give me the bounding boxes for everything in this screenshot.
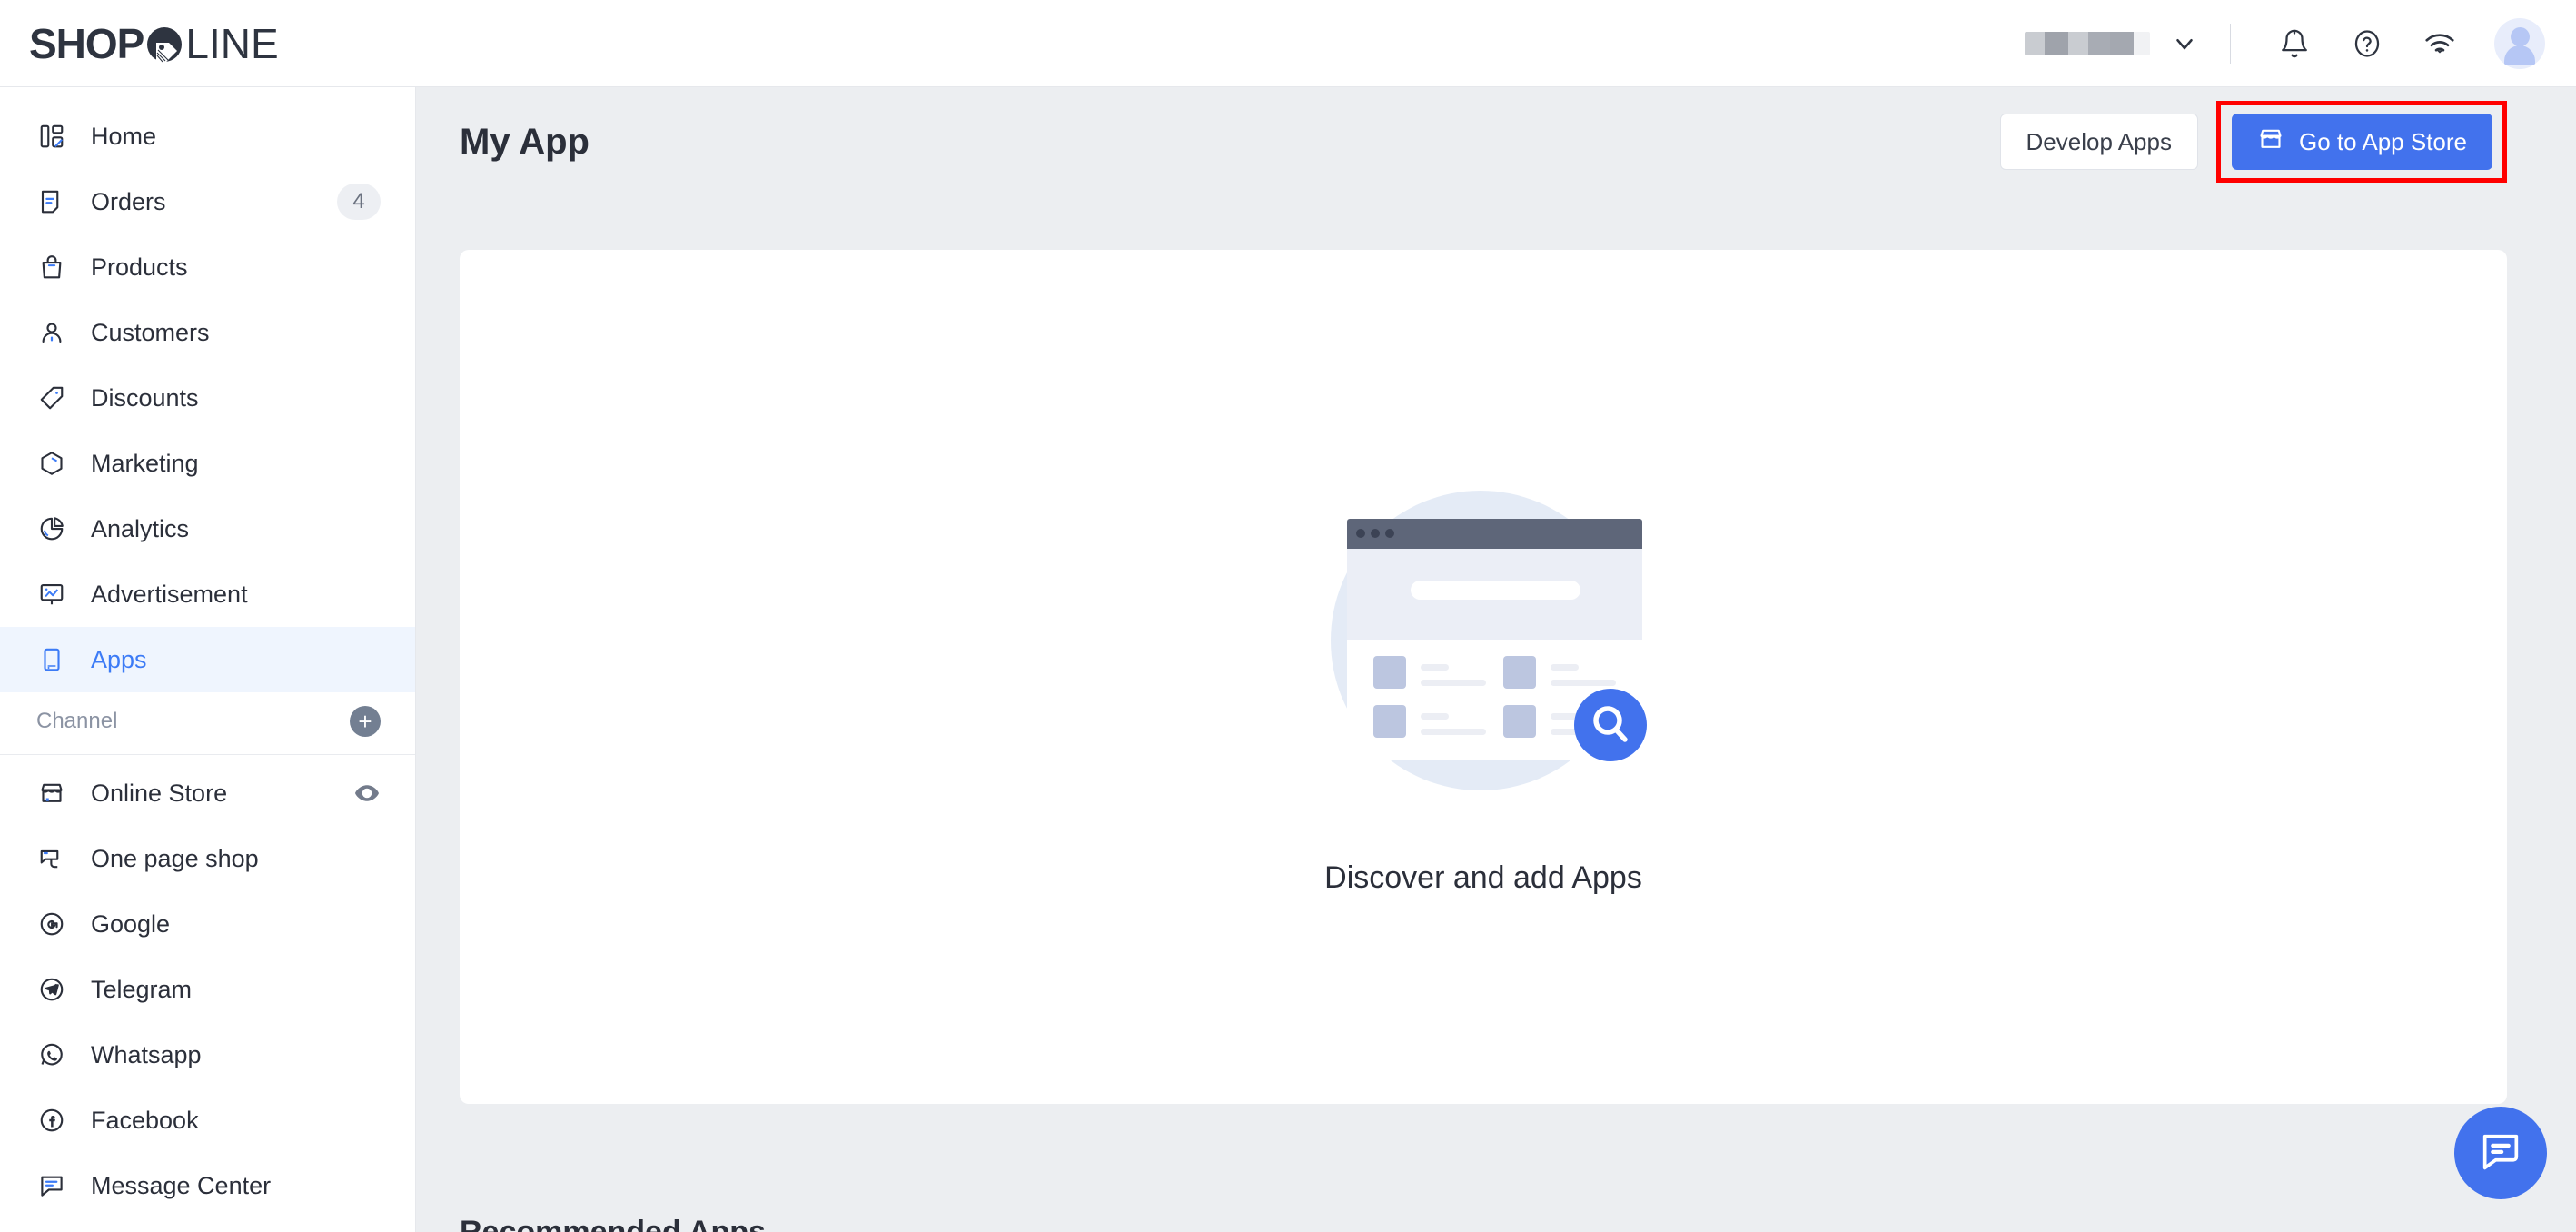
ad-board-icon xyxy=(36,579,67,610)
channel-section-label: Channel xyxy=(36,709,118,733)
sidebar-item-discounts[interactable]: Discounts xyxy=(0,365,415,431)
shopline-logo[interactable]: SHOP LINE xyxy=(29,23,279,65)
sidebar-item-telegram[interactable]: Telegram xyxy=(0,957,415,1022)
mobile-app-icon xyxy=(36,644,67,675)
sidebar-item-label: Online Store xyxy=(91,779,228,807)
eye-icon[interactable] xyxy=(353,780,381,807)
main-content: My App Develop Apps Go to App Store Disc… xyxy=(416,87,2576,1232)
chat-bubble-icon xyxy=(2477,1128,2524,1179)
sidebar-item-label: Apps xyxy=(91,645,147,673)
facebook-icon xyxy=(36,1105,67,1136)
annotation-highlight-box: Go to App Store xyxy=(2215,101,2507,183)
sidebar-item-whatsapp[interactable]: Whatsapp xyxy=(0,1022,415,1088)
page-title: My App xyxy=(460,121,590,162)
browser-search-illustration xyxy=(1302,459,1665,822)
sidebar-item-label: Message Center xyxy=(91,1171,272,1199)
message-icon xyxy=(36,1170,67,1201)
top-bar: SHOP LINE xyxy=(0,0,2576,87)
sidebar-item-one-page-shop[interactable]: One page shop xyxy=(0,826,415,891)
sidebar-item-google[interactable]: Google xyxy=(0,891,415,957)
topbar-divider xyxy=(2230,23,2231,64)
sidebar-item-customers[interactable]: Customers xyxy=(0,300,415,365)
logo-line-text: LINE xyxy=(185,19,279,67)
storefront-icon xyxy=(2257,125,2284,159)
orders-count-badge: 4 xyxy=(337,184,381,220)
dashboard-icon xyxy=(36,121,67,152)
person-icon xyxy=(36,317,67,348)
logo-shop-text: SHOP xyxy=(29,19,144,67)
sidebar-item-label: Marketing xyxy=(91,449,199,477)
sidebar-item-home[interactable]: Home xyxy=(0,104,415,169)
sidebar-item-label: Facebook xyxy=(91,1106,199,1134)
chat-support-button[interactable] xyxy=(2454,1107,2547,1199)
storefront-icon xyxy=(36,778,67,809)
user-avatar-icon[interactable] xyxy=(2494,17,2545,69)
sidebar-item-label: Telegram xyxy=(91,975,193,1003)
sidebar-channel-section-header: Channel + xyxy=(0,692,415,750)
sidebar-item-analytics[interactable]: Analytics xyxy=(0,496,415,561)
sidebar-item-label: Analytics xyxy=(91,514,190,542)
sidebar-item-online-store[interactable]: Online Store xyxy=(0,760,415,826)
wifi-icon[interactable] xyxy=(2414,18,2465,69)
sidebar-item-label: Whatsapp xyxy=(91,1040,202,1068)
sidebar-item-products[interactable]: Products xyxy=(0,234,415,300)
avatar-body xyxy=(2504,45,2535,65)
cube-icon xyxy=(36,448,67,479)
sidebar-item-label: Discounts xyxy=(91,383,199,412)
page-header: My App Develop Apps Go to App Store xyxy=(416,87,2576,196)
go-to-app-store-label: Go to App Store xyxy=(2298,127,2467,155)
sidebar-item-label: Google xyxy=(91,909,171,938)
sidebar: Home Orders 4 Products Customers Discoun… xyxy=(0,87,416,1232)
sidebar-item-orders[interactable]: Orders 4 xyxy=(0,169,415,234)
empty-state-text: Discover and add Apps xyxy=(1324,859,1642,895)
sidebar-item-advertisement[interactable]: Advertisement xyxy=(0,561,415,627)
sidebar-item-label: One page shop xyxy=(91,844,259,872)
chevron-down-icon[interactable] xyxy=(2159,18,2210,69)
one-page-icon xyxy=(36,843,67,874)
store-selector-redacted[interactable] xyxy=(2025,31,2150,55)
pie-chart-icon xyxy=(36,513,67,544)
order-doc-icon xyxy=(36,186,67,217)
sidebar-item-label: Advertisement xyxy=(91,580,248,608)
bell-icon[interactable] xyxy=(2269,18,2320,69)
apps-empty-state-card: Discover and add Apps xyxy=(460,250,2507,1104)
sidebar-item-label: Customers xyxy=(91,318,210,346)
sidebar-item-message-center[interactable]: Message Center xyxy=(0,1153,415,1218)
sidebar-item-marketing[interactable]: Marketing xyxy=(0,431,415,496)
sidebar-item-apps[interactable]: Apps xyxy=(0,627,415,692)
sidebar-divider xyxy=(0,754,415,755)
sidebar-item-facebook[interactable]: Facebook xyxy=(0,1088,415,1153)
shopline-tag-icon xyxy=(144,23,184,65)
telegram-icon xyxy=(36,974,67,1005)
sidebar-item-label: Home xyxy=(91,122,157,150)
whatsapp-icon xyxy=(36,1039,67,1070)
avatar-head xyxy=(2510,26,2530,46)
sidebar-item-label: Orders xyxy=(91,187,166,215)
shopping-bag-icon xyxy=(36,252,67,283)
topbar-right-group xyxy=(2025,17,2545,69)
go-to-app-store-button[interactable]: Go to App Store xyxy=(2231,114,2492,170)
tag-icon xyxy=(36,383,67,413)
develop-apps-button[interactable]: Develop Apps xyxy=(1999,114,2198,170)
page-header-actions: Develop Apps Go to App Store xyxy=(1999,101,2507,183)
question-mark-icon[interactable] xyxy=(2342,18,2393,69)
sidebar-item-label: Products xyxy=(91,253,188,281)
plus-circle-icon[interactable]: + xyxy=(350,706,381,737)
recommended-apps-section-title: Recommended Apps xyxy=(460,1215,766,1232)
google-icon xyxy=(36,909,67,939)
